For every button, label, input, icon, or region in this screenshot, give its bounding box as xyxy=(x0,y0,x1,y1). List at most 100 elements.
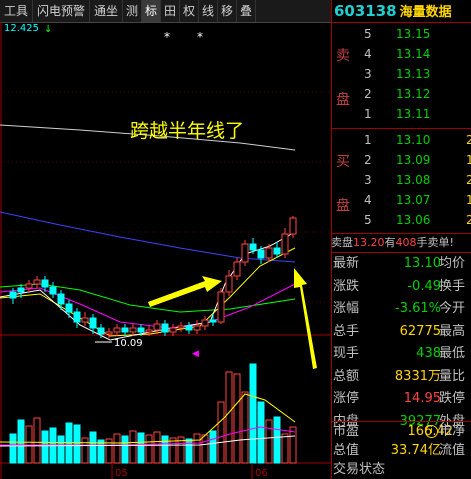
candle-body-34 xyxy=(281,233,289,255)
volume-bar-26 xyxy=(217,401,225,464)
candle-body-15 xyxy=(129,327,137,333)
stat-label-2: 换手 xyxy=(439,278,466,294)
candle-body-6 xyxy=(57,293,65,305)
candle-body-33 xyxy=(273,247,281,255)
toolbar-item-2[interactable]: 通坐 xyxy=(90,0,124,22)
volume-bar-34 xyxy=(281,433,289,464)
volume-bar-8 xyxy=(73,424,81,464)
ma-green-line xyxy=(0,283,296,313)
valuation-label: 市盈 xyxy=(333,424,360,439)
buy-book: 买 盘 1 13.10 2 2 13.09 1 3 13.08 2 4 13.07 1 5 13.06 2 xyxy=(332,128,471,234)
volume-bar-30 xyxy=(249,363,257,464)
sell-row: 2 13.12 xyxy=(362,85,471,103)
stat-label: 涨跌 xyxy=(333,278,360,294)
stat-row: 涨停 14.95 跌停 xyxy=(331,388,471,411)
stat-value: -3.61% xyxy=(395,301,441,316)
stat-value: 8331万 xyxy=(394,368,441,384)
volume-bar-28 xyxy=(233,373,241,464)
volume-bar-32 xyxy=(265,419,273,464)
candle-body-13 xyxy=(113,327,121,333)
candle-body-14 xyxy=(121,327,129,333)
toolbar-item-7[interactable]: 线 xyxy=(199,0,219,22)
candle-body-10 xyxy=(89,317,97,329)
candle-body-23 xyxy=(193,325,201,331)
arrow-down-icon: ↓ xyxy=(44,24,52,35)
stat-row: 总手 62775 最高 xyxy=(331,321,471,344)
buy-row: 1 13.10 2 xyxy=(362,131,471,149)
volume-bar-10 xyxy=(89,431,97,464)
buy-level: 1 xyxy=(364,133,372,147)
ma-blue-line xyxy=(0,211,296,263)
candle-body-30 xyxy=(249,243,257,251)
volume-bar-24 xyxy=(201,434,209,464)
toolbar-item-9[interactable]: 叠 xyxy=(237,0,257,22)
volume-bar-1 xyxy=(17,419,25,464)
event-star-icon-0: * xyxy=(164,30,170,44)
annotation-arrow-up-icon xyxy=(294,268,317,369)
buy-volume: 2 xyxy=(466,213,471,227)
candle-body-31 xyxy=(257,249,265,259)
toolbar-item-0[interactable]: 工具 xyxy=(0,0,34,22)
volume-bar-20 xyxy=(169,437,177,464)
stat-row: 涨幅 -3.61% 今开 xyxy=(331,298,471,321)
toolbar-item-5[interactable]: 田 xyxy=(161,0,181,22)
buy-label-1: 买 xyxy=(336,154,350,170)
candle-body-22 xyxy=(185,325,193,331)
volume-bar-23 xyxy=(193,433,201,464)
stat-label: 总额 xyxy=(333,368,360,384)
buy-level: 5 xyxy=(364,213,372,227)
sell-price: 13.13 xyxy=(396,67,431,81)
candle-body-7 xyxy=(65,303,73,313)
toolbar-item-4[interactable]: 标 xyxy=(142,0,162,22)
sell-row: 4 13.14 xyxy=(362,45,471,63)
valuation-label-2: 市净 xyxy=(439,424,466,439)
big-order-suffix: 手卖单! xyxy=(416,236,454,249)
stat-label-2: 今开 xyxy=(439,301,466,316)
buy-row: 2 13.09 1 xyxy=(362,151,471,169)
candle-body-20 xyxy=(169,327,177,333)
toolbar-item-1[interactable]: 闪电预警 xyxy=(33,0,91,22)
candle-body-17 xyxy=(145,329,153,333)
buy-level: 2 xyxy=(364,153,372,167)
valuation-row: 总值 33.74亿 流值 xyxy=(331,441,471,460)
volume-bar-18 xyxy=(153,431,161,464)
kline-chart[interactable]: 12.425 ↓ * * 10.09 ◀ 跨越半年线了 05 06 xyxy=(0,22,331,479)
volume-bar-33 xyxy=(273,416,281,464)
chart-toolbar: 工具 闪电预警 通坐测标田权线移叠 xyxy=(0,0,331,23)
buy-volume: 1 xyxy=(466,193,471,207)
candle-body-27 xyxy=(225,275,233,293)
candle-body-16 xyxy=(137,327,145,333)
stat-label-2: 最高 xyxy=(439,323,466,339)
sell-book: 卖 盘 5 13.15 4 13.14 3 13.13 2 13.12 1 13.11 xyxy=(332,22,471,128)
stat-value: 438 xyxy=(416,346,441,361)
buy-label-2: 盘 xyxy=(336,198,350,214)
stat-label-2: 量比 xyxy=(439,368,466,384)
sell-level: 5 xyxy=(364,27,372,41)
stat-value: -0.49 xyxy=(407,278,441,294)
stat-value: 62775 xyxy=(399,323,441,339)
sell-row: 1 13.11 xyxy=(362,105,471,123)
stat-value: 13.10 xyxy=(403,256,441,271)
toolbar-item-8[interactable]: 移 xyxy=(218,0,238,22)
sell-level: 3 xyxy=(364,67,372,81)
volume-bar-11 xyxy=(97,439,105,464)
big-order-alert: 卖盘13.20有408手卖单! xyxy=(331,233,471,252)
volume-bar-13 xyxy=(113,433,121,464)
buy-row: 3 13.08 2 xyxy=(362,171,471,189)
low-price-label: 10.09 xyxy=(114,338,143,349)
valuation-label: 总值 xyxy=(333,443,360,458)
stat-label: 最新 xyxy=(333,256,360,271)
toolbar-item-3[interactable]: 测 xyxy=(123,0,143,22)
sell-row: 5 13.15 xyxy=(362,25,471,43)
sell-price: 13.15 xyxy=(396,27,431,41)
buy-volume: 2 xyxy=(466,173,471,187)
stock-code: 603138 xyxy=(334,2,397,20)
stat-label-2: 最低 xyxy=(439,346,466,361)
volume-bar-27 xyxy=(225,371,233,464)
stat-label: 现手 xyxy=(333,346,360,361)
sell-price: 13.12 xyxy=(396,87,431,101)
valuation-table: 市盈 i 166.42 市净 总值 33.74亿 流值 交易状态 xyxy=(331,421,471,479)
volume-bar-29 xyxy=(241,391,249,464)
toolbar-item-6[interactable]: 权 xyxy=(180,0,200,22)
candle-body-12 xyxy=(105,331,113,335)
